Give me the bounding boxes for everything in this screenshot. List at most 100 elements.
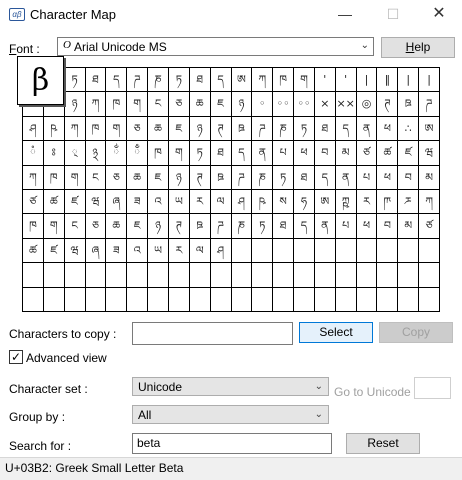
character-cell[interactable] — [419, 263, 440, 288]
character-cell[interactable]: ཌ — [252, 116, 274, 142]
character-cell[interactable] — [23, 287, 44, 312]
character-cell[interactable] — [210, 287, 232, 312]
character-cell[interactable]: ཀ — [64, 116, 86, 142]
character-cell[interactable]: ཇ — [168, 116, 190, 142]
character-cell[interactable] — [43, 287, 65, 312]
character-cell[interactable]: ཕ — [294, 141, 315, 166]
character-cell[interactable]: ཇ — [148, 165, 169, 190]
character-cell[interactable] — [106, 263, 128, 288]
character-cell[interactable]: འ — [127, 238, 149, 264]
character-cell[interactable]: ལ — [189, 238, 211, 264]
character-cell[interactable]: ཁ — [85, 116, 107, 142]
character-cell[interactable]: ཡ — [168, 189, 190, 215]
character-cell[interactable]: ×× — [335, 92, 357, 117]
character-cell[interactable]: ཆ — [127, 165, 149, 190]
character-cell[interactable]: ན — [356, 116, 378, 142]
character-cell[interactable]: ཛ — [398, 141, 420, 166]
character-cell[interactable]: ཋ — [189, 214, 211, 239]
character-cell[interactable]: ཋ — [210, 165, 232, 190]
character-cell[interactable] — [335, 263, 357, 288]
character-cell[interactable] — [189, 263, 211, 288]
character-cell[interactable]: ཏ — [189, 141, 211, 166]
character-cell[interactable] — [252, 238, 274, 264]
character-cell[interactable]: | — [356, 68, 378, 93]
character-cell[interactable] — [294, 263, 315, 288]
character-cell[interactable]: ཫ — [377, 189, 399, 215]
character-cell[interactable] — [314, 287, 336, 312]
character-cell[interactable] — [294, 287, 315, 312]
characters-to-copy-input[interactable] — [132, 322, 293, 345]
character-cell[interactable]: ཇ — [210, 92, 232, 117]
character-cell[interactable]: ཊ — [168, 214, 190, 239]
character-cell[interactable] — [168, 287, 190, 312]
character-cell[interactable]: ག — [64, 165, 86, 190]
copy-button[interactable]: Copy — [379, 322, 453, 343]
character-cell[interactable]: ཾ — [23, 141, 44, 166]
character-cell[interactable]: ཉ — [148, 214, 169, 239]
character-cell[interactable]: པ — [356, 165, 378, 190]
character-cell[interactable]: ཉ — [231, 92, 253, 117]
character-cell[interactable] — [231, 263, 253, 288]
character-cell[interactable] — [398, 263, 420, 288]
character-cell[interactable] — [335, 238, 357, 264]
character-cell[interactable] — [419, 238, 440, 264]
character-cell[interactable] — [148, 287, 169, 312]
character-cell[interactable]: ◎ — [356, 92, 378, 117]
character-cell[interactable]: ཕ — [377, 165, 399, 190]
character-cell[interactable] — [210, 263, 232, 288]
character-cell[interactable] — [398, 238, 420, 264]
character-cell[interactable] — [189, 287, 211, 312]
character-cell[interactable]: | — [398, 68, 420, 93]
character-cell[interactable] — [106, 287, 128, 312]
character-cell[interactable] — [127, 263, 149, 288]
character-cell[interactable] — [398, 287, 420, 312]
character-grid[interactable]: ཏ ཐ ད ཌ ཎ ཏ ཐ ད ཨ ཀ ཁ ག ' ' | ‖ | | ཉ ཀ ཁ ག ང ཅ ཆ ཇ ཉ ◦ ◦◦ ◦◦ × ×× ◎ ཊ ཋ ཌ ཤ… — [22, 67, 440, 312]
character-cell[interactable] — [356, 287, 378, 312]
help-button[interactable]: Help — [381, 37, 455, 58]
character-cell[interactable]: ◦◦ — [294, 92, 315, 117]
character-cell[interactable]: ག — [43, 214, 65, 239]
close-button[interactable]: ✕ — [416, 0, 462, 30]
character-cell[interactable]: ཛ — [64, 189, 86, 215]
character-cell[interactable]: ཙ — [356, 141, 378, 166]
minimize-button[interactable]: — — [322, 0, 368, 30]
character-cell[interactable]: ཊ — [210, 116, 232, 142]
character-cell[interactable]: ཏ — [294, 116, 315, 142]
character-cell[interactable]: ན — [335, 165, 357, 190]
character-cell[interactable]: ཐ — [273, 214, 295, 239]
character-cell[interactable]: ' — [335, 68, 357, 93]
character-cell[interactable]: ཐ — [294, 165, 315, 190]
character-cell[interactable] — [314, 263, 336, 288]
character-cell[interactable]: ཀ — [419, 189, 440, 215]
character-cell[interactable]: ལ — [210, 189, 232, 215]
character-cell[interactable] — [64, 263, 86, 288]
character-cell[interactable]: ཌ — [210, 214, 232, 239]
character-cell[interactable]: ཬ — [398, 189, 420, 215]
character-cell[interactable]: ང — [148, 92, 169, 117]
character-cell[interactable]: ◦ — [252, 92, 274, 117]
character-cell[interactable]: ཅ — [85, 214, 107, 239]
character-cell[interactable] — [85, 287, 107, 312]
character-cell[interactable]: ཛ — [43, 238, 65, 264]
character-cell[interactable]: ཐ — [314, 116, 336, 142]
character-cell[interactable] — [273, 263, 295, 288]
character-cell[interactable]: ཝ — [85, 189, 107, 215]
advanced-view-checkbox[interactable]: ✓ — [9, 350, 23, 364]
character-cell[interactable] — [377, 287, 399, 312]
character-cell[interactable]: ཥ — [252, 189, 274, 215]
character-cell[interactable]: ཚ — [23, 238, 44, 264]
character-cell[interactable]: ཎ — [273, 116, 295, 142]
character-cell[interactable]: ཙ — [23, 189, 44, 215]
maximize-button[interactable]: ☐ — [370, 0, 416, 30]
character-cell[interactable]: ཉ — [168, 165, 190, 190]
character-cell[interactable]: བ — [377, 214, 399, 239]
character-cell[interactable]: × — [314, 92, 336, 117]
character-cell[interactable]: ད — [210, 68, 232, 93]
character-cell[interactable]: ྅ — [85, 141, 107, 166]
character-cell[interactable]: ཀྵ — [335, 189, 357, 215]
character-cell[interactable]: མ — [419, 165, 440, 190]
character-cell[interactable]: ཏ — [252, 214, 274, 239]
character-cell[interactable]: ཁ — [23, 214, 44, 239]
group-by-dropdown[interactable]: All ⌄ — [132, 405, 329, 424]
character-cell[interactable] — [377, 238, 399, 264]
